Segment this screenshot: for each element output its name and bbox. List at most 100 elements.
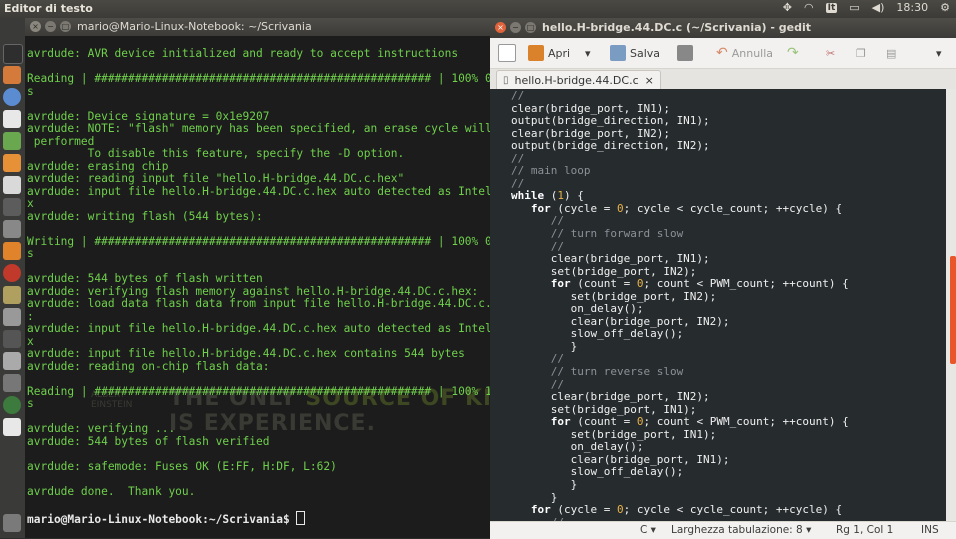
gedit-titlebar[interactable]: × − □ hello.H-bridge.44.DC.c (~/Scrivani… (490, 18, 956, 38)
text-editor-launcher-icon[interactable] (3, 176, 21, 194)
wifi-icon[interactable]: ◠ (804, 1, 814, 14)
open-recent-dropdown[interactable]: ▾ (585, 44, 591, 62)
print-button[interactable] (677, 44, 693, 62)
redo-icon: ↷ (787, 45, 799, 61)
app-launcher-icon-15[interactable] (3, 374, 21, 392)
redo-button[interactable]: ↷ (787, 44, 799, 62)
maximize-icon[interactable]: □ (525, 22, 536, 33)
code-line: output(bridge_direction, IN1); (511, 114, 710, 128)
new-document-button[interactable] (498, 44, 516, 62)
terminal-line: avrdude: 544 bytes of flash verified (27, 434, 270, 448)
terminal-line: avrdude: load data flash data from input… (27, 297, 490, 310)
terminal-window[interactable]: × − □ mario@Mario-Linux-Notebook: ~/Scri… (25, 18, 490, 538)
app-launcher-icon-7[interactable] (3, 198, 21, 216)
volume-icon[interactable]: ◀) (872, 1, 885, 14)
terminal-line: avrdude: input file hello.H-bridge.44.DC… (27, 184, 490, 198)
calc-launcher-icon[interactable] (3, 132, 21, 150)
terminal-launcher-icon[interactable] (3, 44, 23, 64)
file-manager-launcher-icon[interactable] (3, 66, 21, 84)
terminal-line: avrdude: Device signature = 0x1e9207 (27, 109, 270, 123)
chevron-down-icon: ▾ (936, 46, 942, 60)
code-line: clear(bridge_port, IN2); (511, 390, 710, 404)
code-editor[interactable]: // clear(bridge_port, IN1); output(bridge_… (490, 89, 946, 521)
app-launcher-icon-11[interactable] (3, 286, 21, 304)
software-center-launcher-icon[interactable] (3, 242, 21, 260)
save-icon (610, 45, 626, 61)
undo-button[interactable]: ↶ Annulla (716, 44, 773, 62)
copy-button[interactable]: ❐ (856, 44, 866, 62)
toolbar-overflow-button[interactable]: ▾ (936, 44, 942, 62)
gedit-title: hello.H-bridge.44.DC.c (~/Scrivania) - g… (542, 21, 812, 34)
scrollbar-thumb[interactable] (950, 256, 956, 364)
folder-open-icon (528, 45, 544, 61)
minimize-icon[interactable]: − (45, 21, 56, 32)
tab-label: hello.H-bridge.44.DC.c (514, 73, 639, 87)
language-selector[interactable]: C ▾ (640, 524, 656, 536)
code-line: on_delay(); (511, 440, 644, 454)
close-icon[interactable]: × (30, 21, 41, 32)
terminal-line: : (27, 309, 34, 323)
terminal-line: Writing | ##############################… (27, 234, 490, 248)
terminal-line: avrdude: reading on-chip flash data: (27, 359, 270, 373)
shell-prompt: mario@Mario-Linux-Notebook:~/Scrivania$ (27, 512, 297, 526)
code-line: output(bridge_direction, IN2); (511, 139, 710, 153)
app-launcher-icon-14[interactable] (3, 352, 21, 370)
settings-launcher-icon[interactable] (3, 264, 21, 282)
terminal-line: s (27, 84, 34, 98)
terminal-line: performed (33, 134, 95, 148)
terminal-line: avrdude done. Thank you. (27, 484, 196, 498)
power-gear-icon[interactable]: ⚙ (940, 1, 950, 14)
print-icon (677, 45, 693, 61)
cut-button[interactable]: ✂ (826, 44, 835, 62)
app-launcher-icon-13[interactable] (3, 330, 21, 348)
terminal-titlebar[interactable]: × − □ mario@Mario-Linux-Notebook: ~/Scri… (25, 18, 490, 36)
tab-document[interactable]: ▯ hello.H-bridge.44.DC.c × (496, 70, 661, 89)
terminal-line: x (27, 197, 34, 210)
terminal-line: avrdude: NOTE: "flash" memory has been s… (27, 122, 490, 135)
code-line: // (511, 89, 525, 102)
dropbox-icon[interactable]: ✥ (783, 1, 792, 14)
terminal-line: s (27, 247, 34, 260)
trash-icon[interactable] (3, 514, 21, 532)
tab-width-selector[interactable]: Larghezza tabulazione: 8 ▾ (671, 524, 811, 536)
terminal-line: avrdude: input file hello.H-bridge.44.DC… (27, 347, 465, 360)
code-line: on_delay(); (511, 302, 644, 316)
maximize-icon[interactable]: □ (60, 21, 71, 32)
terminal-line: Reading | ##############################… (27, 384, 490, 398)
app-menu-title[interactable]: Editor di testo (4, 2, 93, 15)
close-icon[interactable]: × (495, 22, 506, 33)
cursor-position: Rg 1, Col 1 (836, 524, 894, 536)
impress-launcher-icon[interactable] (3, 154, 21, 172)
launcher (0, 18, 25, 538)
keyboard-layout-indicator[interactable]: It (825, 2, 838, 13)
undo-icon: ↶ (716, 45, 728, 61)
inkscape-launcher-icon[interactable] (3, 220, 21, 238)
app-launcher-icon-16[interactable] (3, 396, 21, 414)
gedit-window[interactable]: × − □ hello.H-bridge.44.DC.c (~/Scrivani… (490, 18, 956, 539)
paste-button[interactable]: ▤ (886, 44, 896, 62)
code-text[interactable]: // clear(bridge_port, IN1); output(bridge_… (511, 89, 849, 521)
terminal-line: s (27, 397, 34, 410)
open-button-label: Apri (548, 46, 571, 60)
top-panel: Editor di testo ✥ ◠ It ▭ ◀) 18:30 ⚙ (0, 0, 956, 18)
open-button[interactable]: Apri (528, 44, 570, 62)
insert-mode: INS (921, 524, 939, 536)
gedit-launcher-icon[interactable] (3, 418, 21, 436)
terminal-line: avrdude: safemode: Fuses OK (E:FF, H:DF,… (27, 459, 337, 473)
battery-icon[interactable]: ▭ (849, 1, 859, 14)
save-button-label: Salva (630, 46, 661, 60)
code-line: for (count = 0; count < PWM_count; ++cou… (550, 277, 849, 291)
undo-button-label: Annulla (731, 46, 774, 60)
copy-icon: ❐ (856, 46, 866, 60)
tab-close-icon[interactable]: × (645, 74, 654, 87)
save-button[interactable]: Salva (610, 44, 660, 62)
minimize-icon[interactable]: − (510, 22, 521, 33)
browser-launcher-icon[interactable] (3, 88, 21, 106)
writer-launcher-icon[interactable] (3, 110, 21, 128)
text-file-icon: ▯ (503, 74, 509, 86)
terminal-line: avrdude: verifying flash memory against … (27, 284, 479, 298)
clock[interactable]: 18:30 (896, 1, 928, 14)
app-launcher-icon-12[interactable] (3, 308, 21, 326)
terminal-output[interactable]: avrdude: AVR device initialized and read… (27, 47, 490, 526)
terminal-lines: avrdude: AVR device initialized and read… (27, 47, 490, 498)
